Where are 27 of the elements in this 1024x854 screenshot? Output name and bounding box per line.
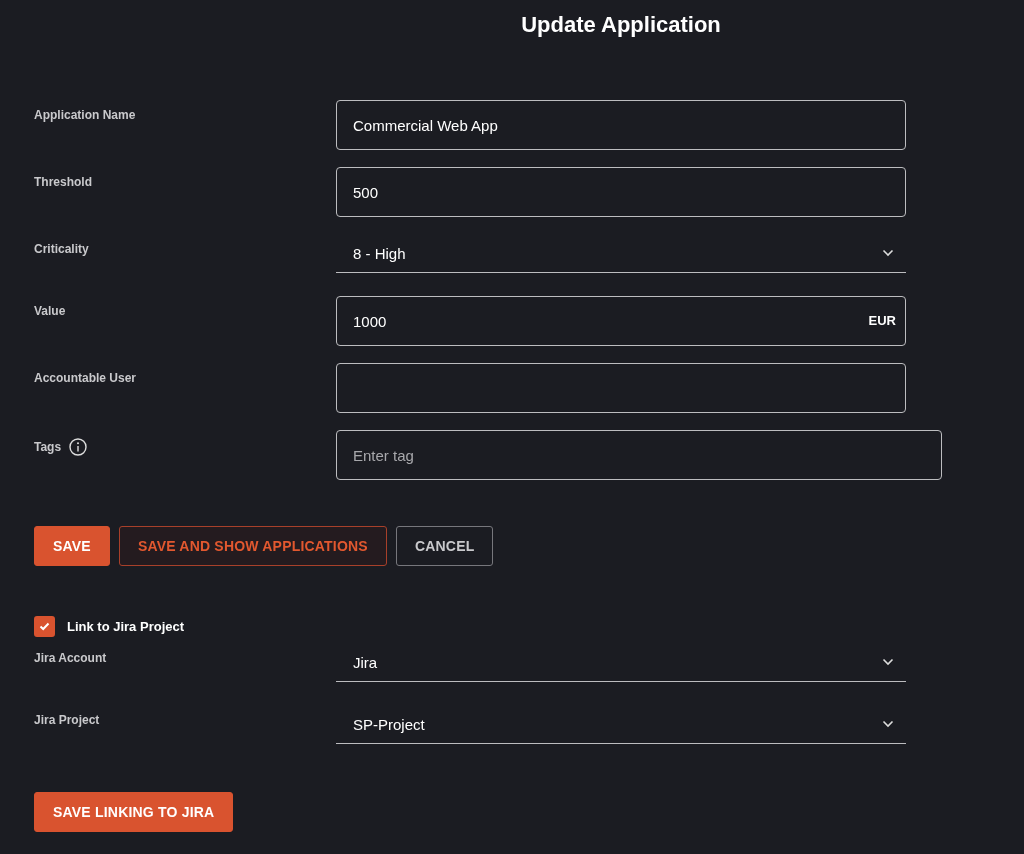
field-label: Jira Account bbox=[34, 651, 107, 665]
select-field[interactable]: Jira bbox=[336, 643, 906, 682]
text-field[interactable]: Commercial Web App bbox=[336, 100, 906, 150]
chevron-icon bbox=[882, 658, 894, 666]
page-title: Update Application bbox=[520, 11, 722, 39]
field-label: Tags bbox=[34, 440, 62, 454]
text-field[interactable] bbox=[336, 363, 906, 413]
field-label: Value bbox=[34, 304, 66, 318]
chevron-icon bbox=[882, 720, 894, 728]
checkbox-label: Link to Jira Project bbox=[67, 619, 185, 634]
unit-label: EUR bbox=[868, 313, 896, 328]
checkmark-icon bbox=[39, 622, 50, 631]
field-label: Criticality bbox=[34, 242, 89, 256]
select-field[interactable]: 8 - High bbox=[336, 234, 906, 273]
text-field[interactable]: 500 bbox=[336, 167, 906, 217]
field-label: Jira Project bbox=[34, 713, 100, 727]
field-label: Accountable User bbox=[34, 371, 137, 385]
button[interactable]: CANCEL bbox=[395, 526, 494, 566]
button[interactable]: SAVE LINKING TO JIRA bbox=[34, 792, 234, 832]
select-field[interactable]: SP-Project bbox=[336, 705, 906, 744]
text-field[interactable]: Enter tag bbox=[336, 430, 942, 480]
field-label: Threshold bbox=[34, 175, 92, 189]
checkbox[interactable] bbox=[34, 616, 55, 637]
chevron-icon bbox=[882, 249, 894, 257]
button[interactable]: SAVE AND SHOW APPLICATIONS bbox=[118, 526, 387, 566]
field-label: Application Name bbox=[34, 108, 136, 122]
button[interactable]: SAVE bbox=[34, 526, 110, 566]
